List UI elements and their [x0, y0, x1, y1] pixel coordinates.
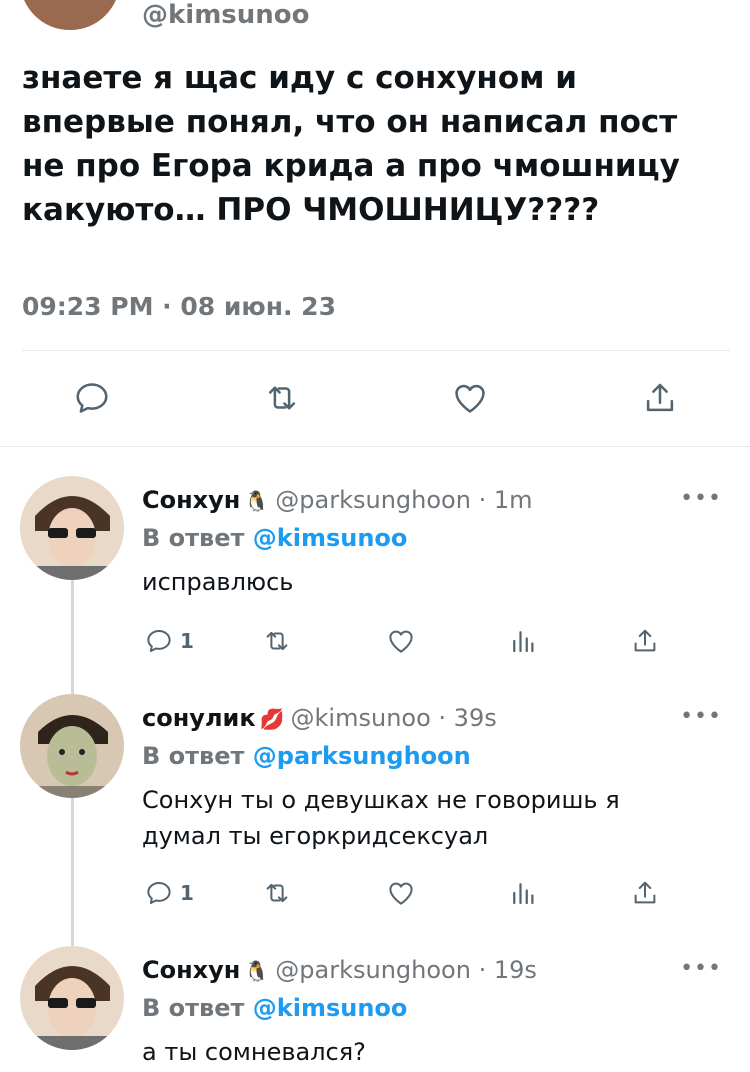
mention-link[interactable]: @parksunghoon [253, 742, 471, 770]
like-icon [389, 630, 413, 653]
like-icon [455, 384, 485, 413]
avatar[interactable] [20, 476, 124, 580]
divider [22, 350, 730, 351]
retweet-button[interactable] [262, 624, 292, 658]
reply-time[interactable]: · 39s [438, 704, 496, 732]
main-tweet-timestamp[interactable]: 09:23 PM · 08 июн. 23 [22, 292, 336, 321]
analytics-button[interactable] [508, 624, 538, 658]
replying-to: В ответ @parksunghoon [142, 742, 471, 770]
mention-link[interactable]: @kimsunoo [253, 994, 408, 1022]
reply-icon [76, 383, 108, 413]
penguin-emoji: 🐧 [244, 959, 270, 983]
analytics-icon [513, 631, 534, 653]
reply-header: сонулик 💋 @kimsunoo · 39s [142, 704, 497, 732]
reply-icon [147, 882, 171, 904]
replying-to: В ответ @kimsunoo [142, 994, 407, 1022]
like-button[interactable] [450, 378, 490, 418]
analytics-icon [513, 883, 534, 905]
author-handle[interactable]: @parksunghoon [275, 956, 471, 984]
more-options-icon[interactable]: ••• [680, 704, 722, 729]
more-options-icon[interactable]: ••• [680, 956, 722, 981]
share-button[interactable] [640, 378, 680, 418]
reply-button[interactable] [72, 378, 112, 418]
author-handle[interactable]: @parksunghoon [275, 486, 471, 514]
main-action-bar [0, 378, 750, 420]
retweet-button[interactable] [262, 378, 302, 418]
reply-button[interactable]: 1 [144, 624, 194, 658]
author-name[interactable]: сонулик [142, 704, 256, 732]
reply-time[interactable]: · 1m [479, 486, 533, 514]
mention-link[interactable]: @kimsunoo [253, 524, 408, 552]
author-name[interactable]: Сонхун [142, 956, 240, 984]
replying-to-label: В ответ [142, 742, 245, 770]
reply-header: Сонхун 🐧 @parksunghoon · 19s [142, 956, 537, 984]
share-button[interactable] [630, 624, 660, 658]
author-name[interactable]: Сонхун [142, 486, 240, 514]
author-handle[interactable]: @kimsunoo [291, 704, 431, 732]
retweet-icon [266, 631, 288, 651]
penguin-emoji: 🐧 [244, 489, 270, 513]
reply-action-bar: 1 [0, 876, 750, 910]
reply-count: 1 [180, 629, 194, 653]
replying-to-label: В ответ [142, 994, 245, 1022]
main-tweet-text: знаете я щас иду с сонхуном и впервые по… [22, 60, 691, 228]
retweet-icon [266, 883, 288, 903]
divider [0, 446, 750, 447]
retweet-icon [268, 386, 296, 410]
reply-text: исправлюсь [142, 568, 294, 596]
main-author-avatar[interactable] [20, 0, 120, 30]
reply-text: Сонхун ты о девушках не говоришь я думал… [142, 786, 620, 850]
like-button[interactable] [386, 876, 416, 910]
like-button[interactable] [386, 624, 416, 658]
share-icon [646, 383, 674, 412]
retweet-button[interactable] [262, 876, 292, 910]
reply-icon [147, 630, 171, 652]
replying-to-label: В ответ [142, 524, 245, 552]
reply-header: Сонхун 🐧 @parksunghoon · 1m [142, 486, 533, 514]
reply-action-bar: 1 [0, 624, 750, 658]
more-options-icon[interactable]: ••• [680, 486, 722, 511]
avatar[interactable] [20, 694, 124, 798]
reply-text: а ты сомневался? [142, 1038, 366, 1066]
like-icon [389, 882, 413, 905]
avatar[interactable] [20, 946, 124, 1050]
share-icon [634, 629, 656, 652]
lips-emoji: 💋 [259, 707, 285, 731]
main-author-handle[interactable]: @kimsunoo [142, 0, 310, 30]
analytics-button[interactable] [508, 876, 538, 910]
reply-button[interactable]: 1 [144, 876, 194, 910]
reply-count: 1 [180, 881, 194, 905]
share-button[interactable] [630, 876, 660, 910]
share-icon [634, 881, 656, 904]
reply-time[interactable]: · 19s [479, 956, 537, 984]
replying-to: В ответ @kimsunoo [142, 524, 407, 552]
